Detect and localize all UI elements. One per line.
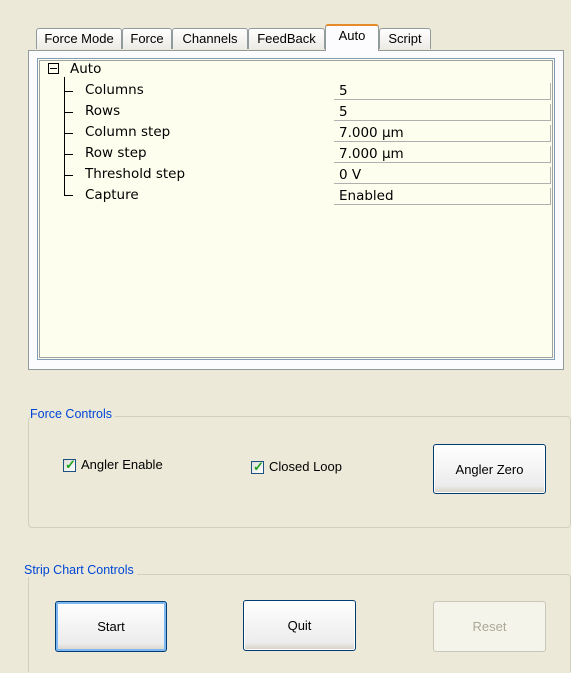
checkmark-icon: ✓ <box>65 457 76 472</box>
property-grid: Auto Columns 5 Rows 5 Column step 7.000 … <box>37 58 555 360</box>
property-label-threshold-step: Threshold step <box>85 166 186 182</box>
property-value-threshold-step[interactable]: 0 V <box>334 167 551 184</box>
tree-branch-icon <box>64 154 73 155</box>
property-group-auto: Auto <box>70 61 102 77</box>
property-label-capture: Capture <box>85 187 139 203</box>
tab-panel-auto: Auto Columns 5 Rows 5 Column step 7.000 … <box>28 50 564 370</box>
tab-feedback[interactable]: FeedBack <box>248 28 325 49</box>
force-controls-legend: Force Controls <box>30 407 115 421</box>
tree-line-icon <box>64 77 65 195</box>
tree-branch-icon <box>64 91 73 92</box>
start-button[interactable]: Start <box>55 601 167 652</box>
tab-force-mode[interactable]: Force Mode <box>36 28 122 49</box>
angler-enable-label[interactable]: Angler Enable <box>81 457 163 472</box>
tab-channels[interactable]: Channels <box>172 28 248 49</box>
tree-branch-icon <box>64 133 73 134</box>
property-value-columns[interactable]: 5 <box>334 83 551 100</box>
closed-loop-checkbox[interactable]: ✓ <box>251 459 264 474</box>
property-value-capture[interactable]: Enabled <box>334 188 551 205</box>
quit-button[interactable]: Quit <box>243 600 356 651</box>
angler-enable-checkbox[interactable]: ✓ <box>63 457 76 472</box>
property-label-rows: Rows <box>85 103 121 119</box>
property-grid-inner: Auto Columns 5 Rows 5 Column step 7.000 … <box>39 60 553 358</box>
tree-branch-icon <box>64 195 73 196</box>
property-value-column-step[interactable]: 7.000 µm <box>334 125 551 142</box>
property-label-columns: Columns <box>85 82 144 98</box>
tab-force[interactable]: Force <box>122 28 172 49</box>
property-value-row-step[interactable]: 7.000 µm <box>334 146 551 163</box>
tab-auto[interactable]: Auto <box>325 24 379 51</box>
closed-loop-label[interactable]: Closed Loop <box>269 459 342 474</box>
property-label-column-step: Column step <box>85 124 171 140</box>
strip-chart-controls-legend: Strip Chart Controls <box>24 563 137 577</box>
property-label-row-step: Row step <box>85 145 147 161</box>
tab-script[interactable]: Script <box>379 28 431 49</box>
reset-button[interactable]: Reset <box>433 601 546 652</box>
property-value-rows[interactable]: 5 <box>334 104 551 121</box>
angler-zero-button[interactable]: Angler Zero <box>433 444 546 494</box>
tree-branch-icon <box>64 112 73 113</box>
tree-branch-icon <box>64 175 73 176</box>
checkmark-icon: ✓ <box>253 459 264 474</box>
collapse-icon[interactable] <box>48 63 59 74</box>
